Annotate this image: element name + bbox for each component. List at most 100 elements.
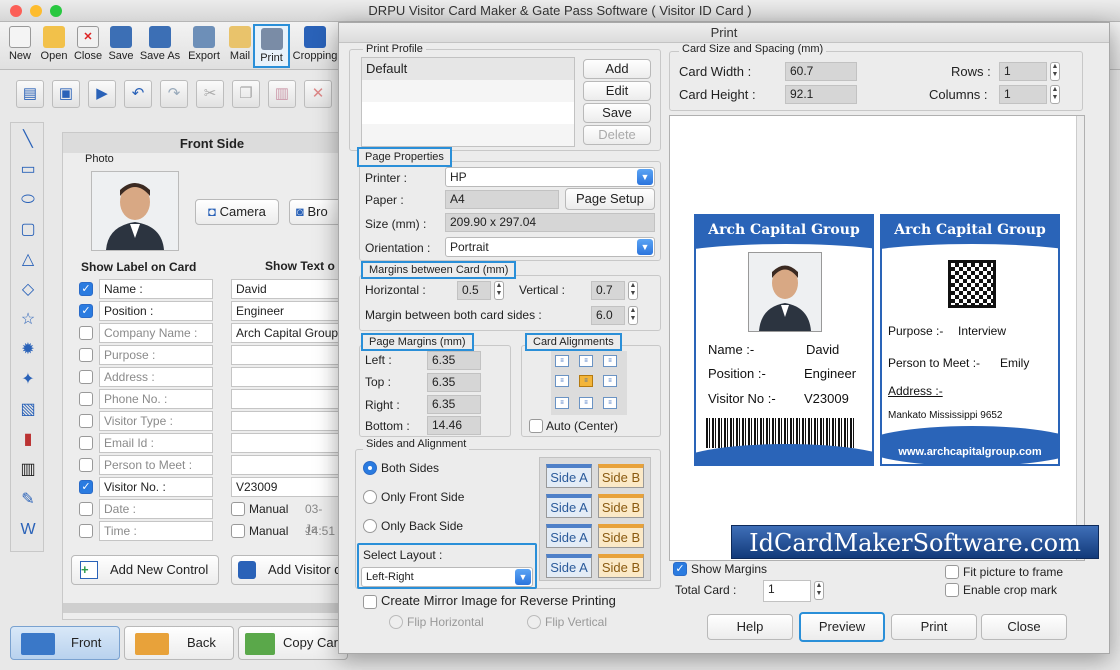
properties-icon[interactable]: ▤ — [16, 80, 44, 108]
both-sides-stepper[interactable]: ▲ ▼ — [628, 306, 638, 325]
field-label[interactable]: Visitor No. : — [99, 477, 213, 497]
field-label[interactable]: Time : — [99, 521, 213, 541]
align-bottom-right-icon[interactable]: ≡ — [603, 397, 617, 409]
help-button[interactable]: Help — [707, 614, 793, 640]
both-sides-margin-field[interactable]: 6.0 — [591, 306, 625, 325]
profile-item-default[interactable]: Default — [362, 58, 574, 80]
horizontal-field[interactable]: 0.5 — [457, 281, 491, 300]
redo-icon[interactable]: ↷ — [160, 80, 188, 108]
bottom-margin-field[interactable]: 14.46 — [427, 416, 481, 435]
field-label[interactable]: Company Name : — [99, 323, 213, 343]
show-label-checkbox[interactable] — [79, 502, 93, 516]
show-label-checkbox[interactable]: ✓ — [79, 304, 93, 318]
horizontal-scrollbar[interactable] — [63, 603, 361, 613]
show-label-checkbox[interactable] — [79, 326, 93, 340]
save-profile-button[interactable]: Save — [583, 103, 651, 123]
edit-profile-button[interactable]: Edit — [583, 81, 651, 101]
new-button[interactable]: New — [4, 24, 36, 68]
paste-icon[interactable]: ▥ — [268, 80, 296, 108]
close-file-button[interactable]: ✕ Close — [72, 24, 104, 68]
align-middle-left-icon[interactable]: ≡ — [555, 375, 569, 387]
show-label-checkbox[interactable]: ✓ — [79, 282, 93, 296]
cropping-button[interactable]: Cropping — [292, 24, 338, 68]
align-top-right-icon[interactable]: ≡ — [603, 355, 617, 367]
show-label-checkbox[interactable] — [79, 524, 93, 538]
save-button[interactable]: Save — [106, 24, 136, 68]
print-button[interactable]: Print — [253, 24, 290, 68]
align-top-center-icon[interactable]: ≡ — [579, 355, 593, 367]
print-dialog-print-button[interactable]: Print — [891, 614, 977, 640]
delete-profile-button[interactable]: Delete — [583, 125, 651, 145]
flip-horizontal-radio[interactable] — [389, 615, 403, 629]
rows-stepper[interactable]: ▲ ▼ — [1050, 62, 1060, 81]
horizontal-stepper[interactable]: ▲ ▼ — [494, 281, 504, 300]
photo-frame[interactable] — [91, 171, 179, 251]
show-label-checkbox[interactable] — [79, 436, 93, 450]
both-sides-radio[interactable] — [363, 461, 377, 475]
mirror-checkbox[interactable] — [363, 595, 377, 609]
field-label[interactable]: Phone No. : — [99, 389, 213, 409]
copy-card-tab[interactable]: Copy Car — [238, 626, 348, 660]
page-setup-button[interactable]: Page Setup — [565, 188, 655, 210]
save-as-button[interactable]: Save As — [138, 24, 182, 68]
move-icon[interactable]: ▶ — [88, 80, 116, 108]
close-window-icon[interactable] — [10, 5, 22, 17]
show-label-checkbox[interactable] — [79, 414, 93, 428]
back-only-radio[interactable] — [363, 519, 377, 533]
picture-tool-icon[interactable]: ▧ — [15, 397, 41, 423]
rows-field[interactable]: 1 — [999, 62, 1047, 81]
cut-icon[interactable]: ✂ — [196, 80, 224, 108]
fit-picture-checkbox[interactable] — [945, 565, 959, 579]
barcode-tool-icon[interactable]: ▥ — [15, 457, 41, 483]
add-profile-button[interactable]: Add — [583, 59, 651, 79]
back-tab[interactable]: Back — [124, 626, 234, 660]
rectangle-tool-icon[interactable]: ▭ — [15, 157, 41, 183]
columns-stepper[interactable]: ▲ ▼ — [1050, 85, 1060, 104]
copy-icon[interactable]: ❐ — [232, 80, 260, 108]
total-card-field[interactable]: 1 — [763, 580, 811, 602]
add-new-control-button[interactable]: + Add New Control — [71, 555, 219, 585]
show-label-checkbox[interactable] — [79, 458, 93, 472]
burst-tool-icon[interactable]: ✹ — [15, 337, 41, 363]
delete-icon[interactable]: ✕ — [304, 80, 332, 108]
show-label-checkbox[interactable]: ✓ — [79, 480, 93, 494]
show-label-checkbox[interactable] — [79, 370, 93, 384]
field-label[interactable]: Address : — [99, 367, 213, 387]
triangle-tool-icon[interactable]: △ — [15, 247, 41, 273]
preview-button[interactable]: Preview — [799, 612, 885, 642]
field-label[interactable]: Date : — [99, 499, 213, 519]
manual-checkbox[interactable] — [231, 502, 245, 516]
wordart-tool-icon[interactable]: W — [15, 517, 41, 543]
show-label-checkbox[interactable] — [79, 392, 93, 406]
align-bottom-left-icon[interactable]: ≡ — [555, 397, 569, 409]
preview-scrollbar[interactable] — [1076, 116, 1084, 560]
undo-icon[interactable]: ↶ — [124, 80, 152, 108]
columns-field[interactable]: 1 — [999, 85, 1047, 104]
show-margins-checkbox[interactable]: ✓ — [673, 562, 687, 576]
layout-select[interactable]: Left-Right ▼ — [361, 567, 533, 587]
front-only-radio[interactable] — [363, 490, 377, 504]
rounded-rect-tool-icon[interactable]: ▢ — [15, 217, 41, 243]
field-label[interactable]: Visitor Type : — [99, 411, 213, 431]
field-label[interactable]: Email Id : — [99, 433, 213, 453]
total-card-stepper[interactable]: ▲ ▼ — [814, 581, 824, 600]
vertical-stepper[interactable]: ▲ ▼ — [628, 281, 638, 300]
image-icon[interactable]: ▣ — [52, 80, 80, 108]
diamond-tool-icon[interactable]: ◇ — [15, 277, 41, 303]
align-top-left-icon[interactable]: ≡ — [555, 355, 569, 367]
right-margin-field[interactable]: 6.35 — [427, 395, 481, 414]
show-label-checkbox[interactable] — [79, 348, 93, 362]
close-dialog-button[interactable]: Close — [981, 614, 1067, 640]
camera-button[interactable]: ◘ Camera — [195, 199, 279, 225]
crop-mark-checkbox[interactable] — [945, 583, 959, 597]
library-tool-icon[interactable]: ▮ — [15, 427, 41, 453]
auto-center-checkbox[interactable] — [529, 419, 543, 433]
align-center-icon[interactable]: ≡ — [579, 375, 593, 387]
front-tab[interactable]: Front — [10, 626, 120, 660]
field-label[interactable]: Name : — [99, 279, 213, 299]
ellipse-tool-icon[interactable]: ⬭ — [15, 187, 41, 213]
align-middle-right-icon[interactable]: ≡ — [603, 375, 617, 387]
manual-checkbox[interactable] — [231, 524, 245, 538]
align-bottom-center-icon[interactable]: ≡ — [579, 397, 593, 409]
field-label[interactable]: Purpose : — [99, 345, 213, 365]
